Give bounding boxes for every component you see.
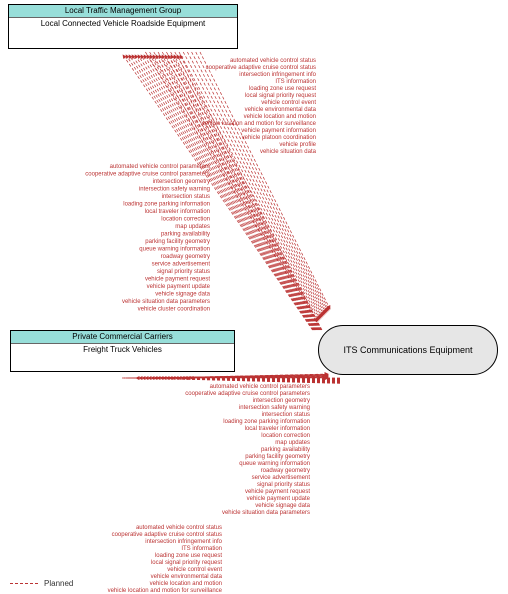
svg-text:intersection status: intersection status — [162, 194, 210, 200]
svg-text:vehicle cluster coordination: vehicle cluster coordination — [138, 307, 210, 313]
svg-text:signal priority status: signal priority status — [157, 269, 210, 275]
svg-text:service advertisement: service advertisement — [152, 262, 211, 268]
flow-diagram-svg: automated vehicle control statuscooperat… — [0, 0, 508, 594]
svg-text:vehicle signage data: vehicle signage data — [255, 503, 310, 509]
svg-text:vehicle payment information: vehicle payment information — [241, 128, 316, 134]
svg-text:intersection safety warning: intersection safety warning — [239, 405, 310, 411]
svg-text:vehicle control event: vehicle control event — [261, 100, 316, 106]
node-name-label: Freight Truck Vehicles — [11, 344, 234, 371]
svg-text:local traveler information: local traveler information — [245, 426, 310, 432]
svg-text:parking facility geometry: parking facility geometry — [245, 454, 310, 460]
legend: Planned — [10, 579, 73, 588]
svg-text:intersection infringement info: intersection infringement info — [145, 539, 222, 545]
svg-text:vehicle payment request: vehicle payment request — [145, 277, 210, 283]
svg-text:cooperative adaptive cruise co: cooperative adaptive cruise control stat… — [206, 65, 316, 71]
svg-text:vehicle situation data paramet: vehicle situation data parameters — [222, 510, 310, 516]
legend-label: Planned — [44, 579, 73, 588]
node-its-comm-equipment: ITS Communications Equipment — [318, 325, 498, 375]
svg-text:vehicle situation data: vehicle situation data — [260, 149, 317, 155]
svg-text:signal priority status: signal priority status — [257, 482, 310, 488]
svg-text:parking availability: parking availability — [261, 447, 310, 453]
svg-text:local signal priority request: local signal priority request — [151, 560, 222, 566]
svg-text:vehicle payment request: vehicle payment request — [245, 489, 310, 495]
svg-text:vehicle location and motion: vehicle location and motion — [244, 114, 316, 120]
svg-text:vehicle location and motion fo: vehicle location and motion for surveill… — [108, 588, 223, 594]
svg-text:vehicle profile: vehicle profile — [279, 142, 316, 148]
svg-text:vehicle situation data paramet: vehicle situation data parameters — [122, 299, 210, 305]
svg-text:local signal priority request: local signal priority request — [245, 93, 316, 99]
svg-text:vehicle payment update: vehicle payment update — [247, 496, 311, 502]
svg-text:loading zone use request: loading zone use request — [155, 553, 222, 559]
svg-text:queue warning information: queue warning information — [239, 461, 310, 467]
svg-text:vehicle payment update: vehicle payment update — [147, 284, 211, 290]
svg-text:map updates: map updates — [175, 224, 210, 230]
svg-text:cooperative adaptive cruise co: cooperative adaptive cruise control para… — [85, 172, 210, 178]
svg-text:intersection status: intersection status — [262, 412, 310, 418]
node-group-label: Private Commercial Carriers — [11, 331, 234, 344]
svg-text:queue warning information: queue warning information — [139, 247, 210, 253]
svg-text:vehicle environmental data: vehicle environmental data — [151, 574, 223, 580]
svg-text:vehicle platoon coordination: vehicle platoon coordination — [242, 135, 316, 141]
svg-text:map updates: map updates — [275, 440, 310, 446]
svg-text:ITS information: ITS information — [181, 546, 222, 552]
svg-text:parking facility geometry: parking facility geometry — [145, 239, 210, 245]
svg-text:automated vehicle control stat: automated vehicle control status — [230, 58, 316, 64]
node-group-label: Local Traffic Management Group — [9, 5, 237, 18]
svg-text:vehicle location and motion fo: vehicle location and motion for surveill… — [202, 121, 317, 127]
svg-text:roadway geometry: roadway geometry — [161, 254, 210, 260]
legend-line-icon — [10, 583, 38, 584]
svg-text:parking availability: parking availability — [161, 232, 210, 238]
svg-text:intersection geometry: intersection geometry — [253, 398, 310, 404]
svg-text:local traveler information: local traveler information — [145, 209, 210, 215]
svg-text:intersection infringement info: intersection infringement info — [239, 72, 316, 78]
node-freight-truck: Private Commercial Carriers Freight Truc… — [10, 330, 235, 372]
svg-text:automated vehicle control stat: automated vehicle control status — [136, 525, 222, 531]
svg-text:vehicle signage data: vehicle signage data — [155, 292, 210, 298]
svg-text:vehicle control event: vehicle control event — [167, 567, 222, 573]
svg-text:vehicle location and motion: vehicle location and motion — [150, 581, 222, 587]
svg-text:roadway geometry: roadway geometry — [261, 468, 310, 474]
svg-text:service advertisement: service advertisement — [252, 475, 311, 481]
svg-text:cooperative adaptive cruise co: cooperative adaptive cruise control stat… — [112, 532, 222, 538]
node-name-label: Local Connected Vehicle Roadside Equipme… — [9, 18, 237, 48]
svg-text:location correction: location correction — [161, 217, 210, 223]
svg-text:location correction: location correction — [261, 433, 310, 439]
svg-text:vehicle environmental data: vehicle environmental data — [245, 107, 317, 113]
svg-text:cooperative adaptive cruise co: cooperative adaptive cruise control para… — [185, 391, 310, 397]
svg-text:loading zone parking informati: loading zone parking information — [223, 419, 310, 425]
node-local-cv-roadside: Local Traffic Management Group Local Con… — [8, 4, 238, 49]
svg-text:ITS information: ITS information — [275, 79, 316, 85]
svg-text:intersection geometry: intersection geometry — [153, 179, 210, 185]
svg-text:automated vehicle control para: automated vehicle control parameters — [210, 384, 310, 390]
svg-text:loading zone parking informati: loading zone parking information — [123, 202, 210, 208]
svg-text:intersection safety warning: intersection safety warning — [139, 187, 210, 193]
svg-text:automated vehicle control para: automated vehicle control parameters — [110, 164, 210, 170]
node-name-label: ITS Communications Equipment — [343, 345, 472, 355]
svg-text:loading zone use request: loading zone use request — [249, 86, 316, 92]
